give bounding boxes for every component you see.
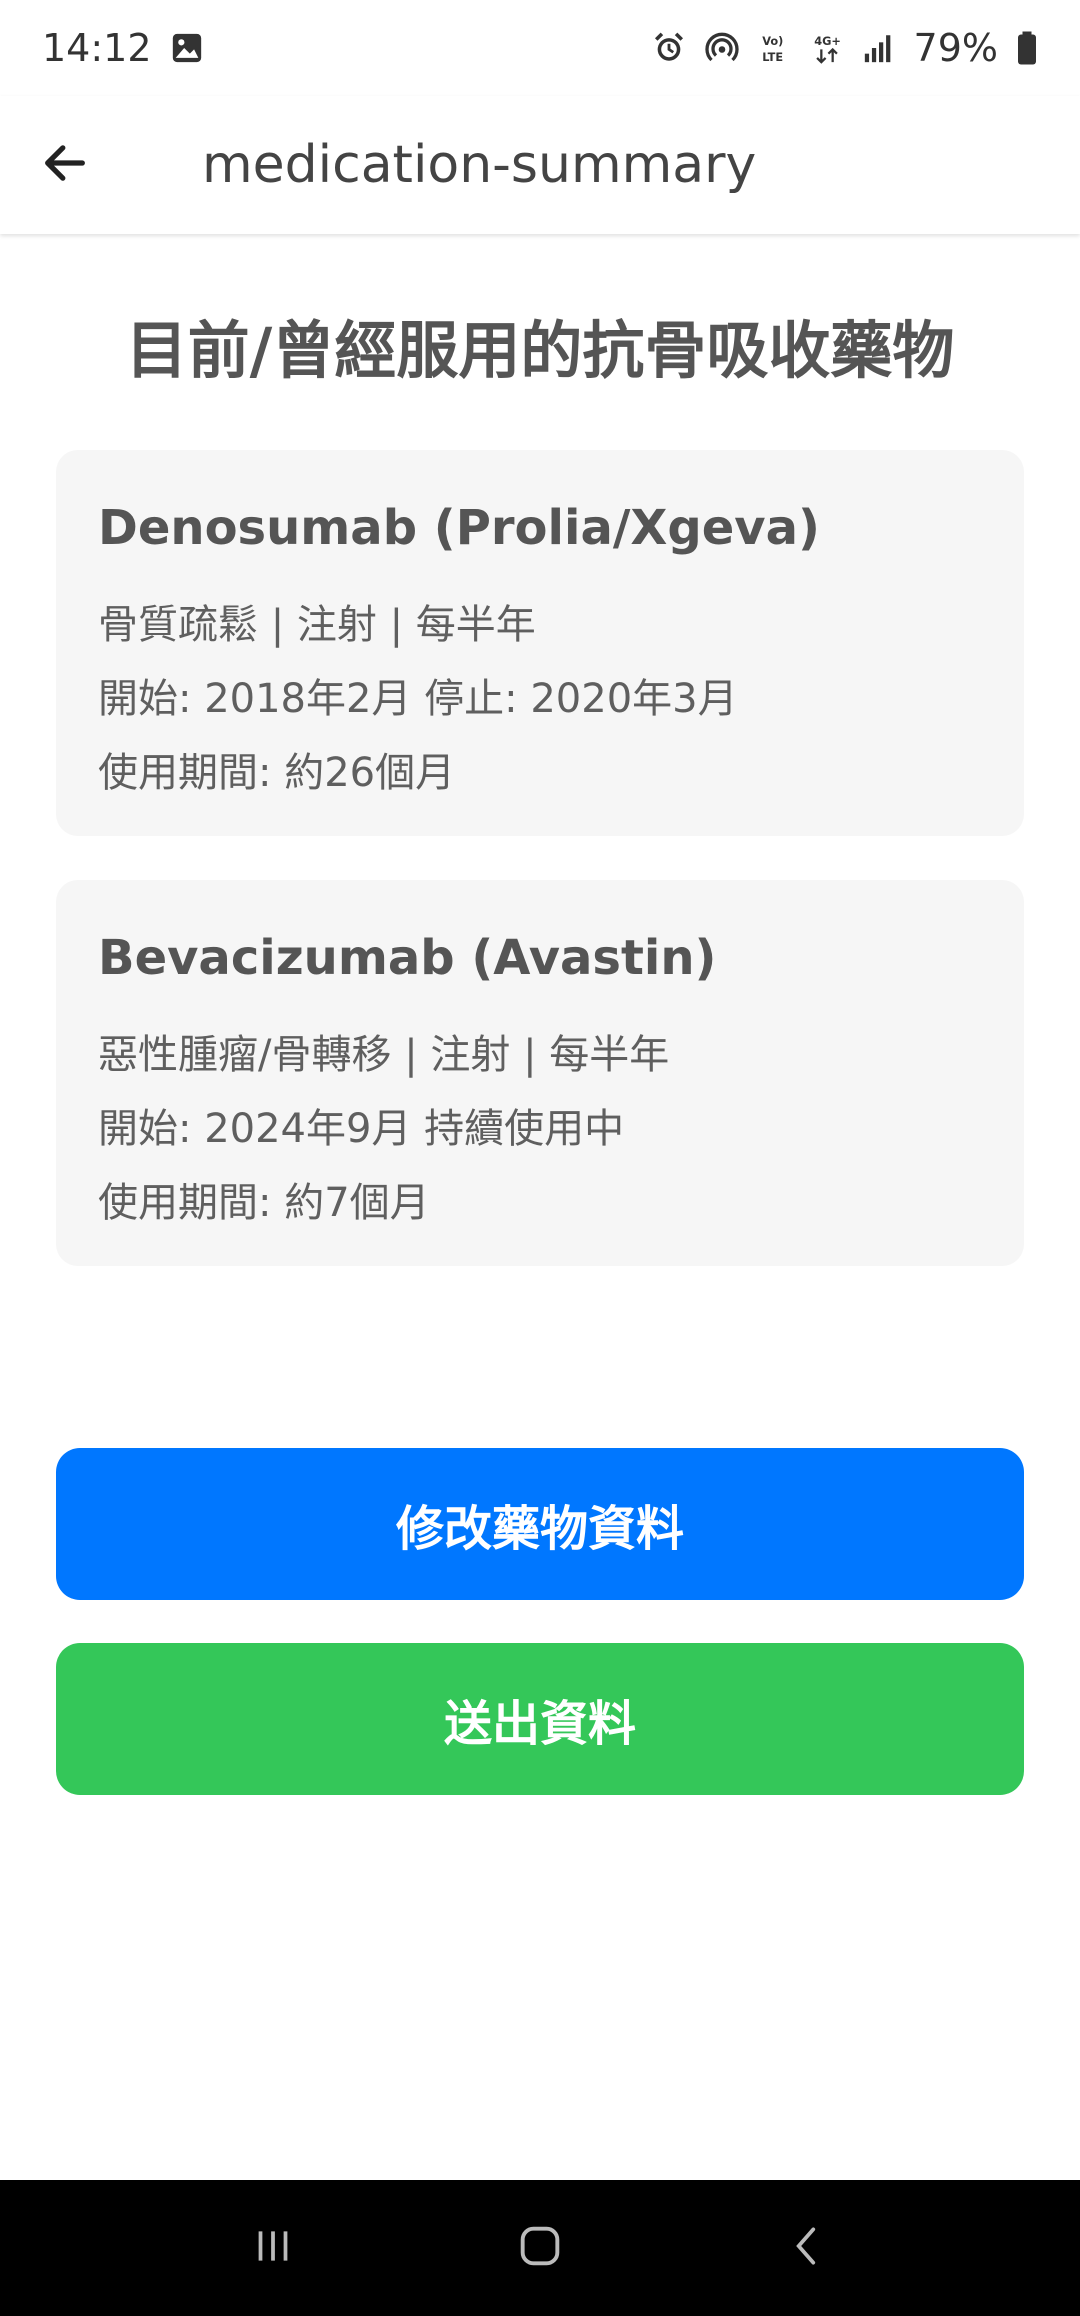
back-nav-button[interactable] <box>757 2198 857 2298</box>
svg-text:Vo): Vo) <box>762 34 783 48</box>
signal-icon <box>862 31 896 65</box>
status-left: 14:12 <box>42 26 204 70</box>
status-bar: 14:12 Vo) LTE 4G+ 79% <box>0 0 1080 96</box>
alarm-icon <box>652 31 686 65</box>
edit-medication-button[interactable]: 修改藥物資料 <box>56 1448 1024 1600</box>
app-bar-title: medication-summary <box>202 135 757 195</box>
battery-percent: 79% <box>913 26 998 70</box>
image-icon <box>170 31 204 65</box>
arrow-left-icon <box>39 137 91 193</box>
chevron-left-icon <box>782 2221 832 2275</box>
submit-button[interactable]: 送出資料 <box>56 1643 1024 1795</box>
medication-name: Denosumab (Prolia/Xgeva) <box>98 500 820 556</box>
medication-name: Bevacizumab (Avastin) <box>98 930 717 986</box>
recent-apps-icon <box>248 2221 298 2275</box>
medication-card: Bevacizumab (Avastin) 惡性腫瘤/骨轉移 | 注射 | 每半… <box>56 880 1024 1266</box>
svg-text:LTE: LTE <box>762 50 783 64</box>
medication-dates: 開始: 2018年2月 停止: 2020年3月 <box>98 676 738 722</box>
volte-icon: Vo) LTE <box>758 31 792 65</box>
back-button[interactable] <box>0 96 130 234</box>
home-icon <box>514 2220 566 2276</box>
recent-apps-button[interactable] <box>223 2198 323 2298</box>
svg-text:4G+: 4G+ <box>814 34 841 48</box>
home-button[interactable] <box>490 2198 590 2298</box>
medication-dates: 開始: 2024年9月 持續使用中 <box>98 1106 625 1152</box>
medication-details: 骨質疏鬆 | 注射 | 每半年 <box>98 602 536 648</box>
medication-card: Denosumab (Prolia/Xgeva) 骨質疏鬆 | 注射 | 每半年… <box>56 450 1024 836</box>
system-nav-bar <box>0 2180 1080 2316</box>
medication-duration: 使用期間: 約7個月 <box>98 1180 430 1226</box>
page-title: 目前/曾經服用的抗骨吸收藥物 <box>125 314 955 387</box>
status-time: 14:12 <box>42 26 152 70</box>
app-bar: medication-summary <box>0 96 1080 234</box>
medication-details: 惡性腫瘤/骨轉移 | 注射 | 每半年 <box>98 1032 670 1078</box>
medication-duration: 使用期間: 約26個月 <box>98 750 456 796</box>
status-right: Vo) LTE 4G+ 79% <box>652 26 1038 70</box>
battery-icon <box>1016 30 1038 66</box>
4g-icon: 4G+ <box>810 31 844 65</box>
hotspot-icon <box>704 30 740 66</box>
